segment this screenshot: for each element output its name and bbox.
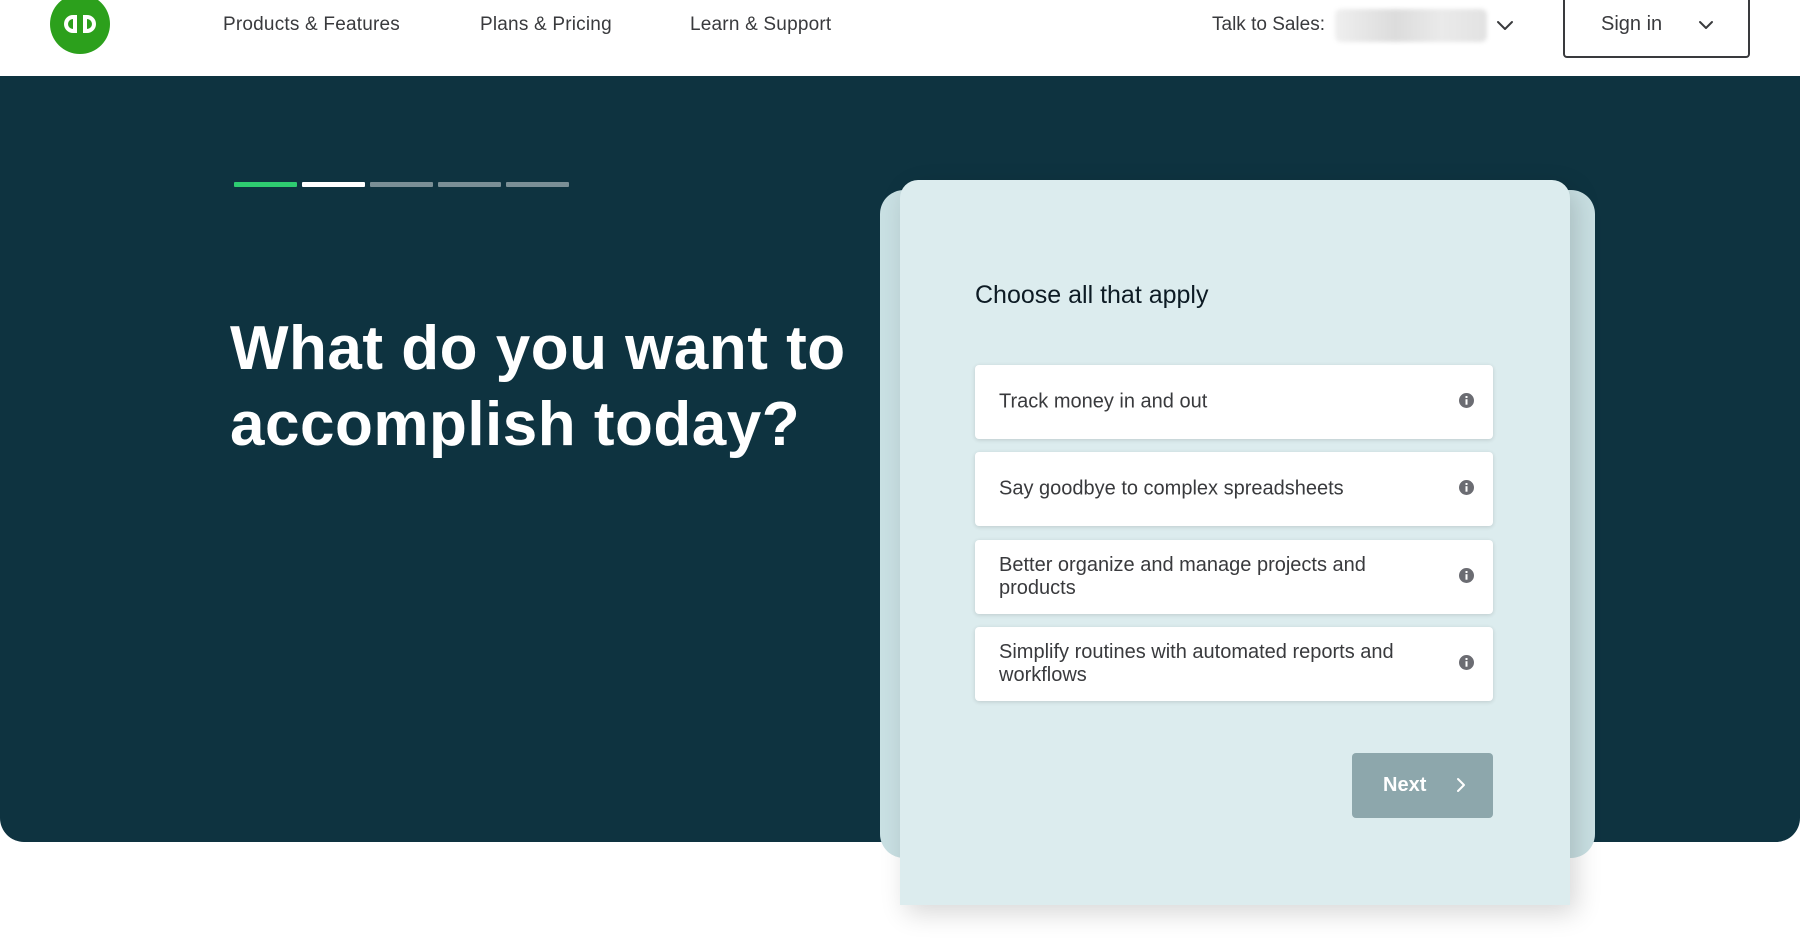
info-icon[interactable] — [1459, 480, 1474, 495]
quiz-prompt: Choose all that apply — [975, 281, 1209, 309]
chevron-down-icon — [1696, 15, 1716, 35]
quickbooks-logo-icon[interactable] — [50, 0, 110, 54]
info-icon[interactable] — [1459, 568, 1474, 583]
nav-plans-pricing[interactable]: Plans & Pricing — [480, 14, 612, 36]
option-label: Simplify routines with automated reports… — [999, 641, 1394, 686]
chevron-down-icon[interactable] — [1494, 14, 1516, 36]
chevron-right-icon — [1453, 776, 1469, 794]
quiz-card: Choose all that apply Track money in and… — [900, 180, 1570, 905]
info-icon[interactable] — [1459, 393, 1474, 408]
sign-in-button[interactable]: Sign in — [1563, 0, 1750, 58]
nav-learn-support[interactable]: Learn & Support — [690, 14, 831, 36]
step-progress-indicator — [234, 182, 569, 187]
next-button[interactable]: Next — [1352, 753, 1493, 818]
next-label: Next — [1383, 774, 1427, 796]
talk-to-sales-label: Talk to Sales: — [1212, 14, 1325, 35]
option-track-money[interactable]: Track money in and out — [975, 365, 1493, 439]
progress-segment — [302, 182, 365, 187]
progress-segment — [234, 182, 297, 187]
option-label: Track money in and out — [999, 390, 1208, 413]
option-projects-products[interactable]: Better organize and manage projects and … — [975, 540, 1493, 614]
sales-phone-number-redacted[interactable] — [1335, 9, 1487, 42]
site-header: Products & Features Plans & Pricing Lear… — [0, 0, 1800, 76]
sign-in-label: Sign in — [1601, 13, 1663, 35]
option-label: Better organize and manage projects and … — [999, 554, 1366, 599]
option-label: Say goodbye to complex spreadsheets — [999, 477, 1344, 500]
nav-products-features[interactable]: Products & Features — [223, 14, 400, 36]
info-icon[interactable] — [1459, 655, 1474, 670]
option-automated-reports[interactable]: Simplify routines with automated reports… — [975, 627, 1493, 701]
progress-segment — [370, 182, 433, 187]
progress-segment — [438, 182, 501, 187]
page-headline: What do you want to accomplish today? — [230, 314, 846, 459]
progress-segment — [506, 182, 569, 187]
option-spreadsheets[interactable]: Say goodbye to complex spreadsheets — [975, 452, 1493, 526]
